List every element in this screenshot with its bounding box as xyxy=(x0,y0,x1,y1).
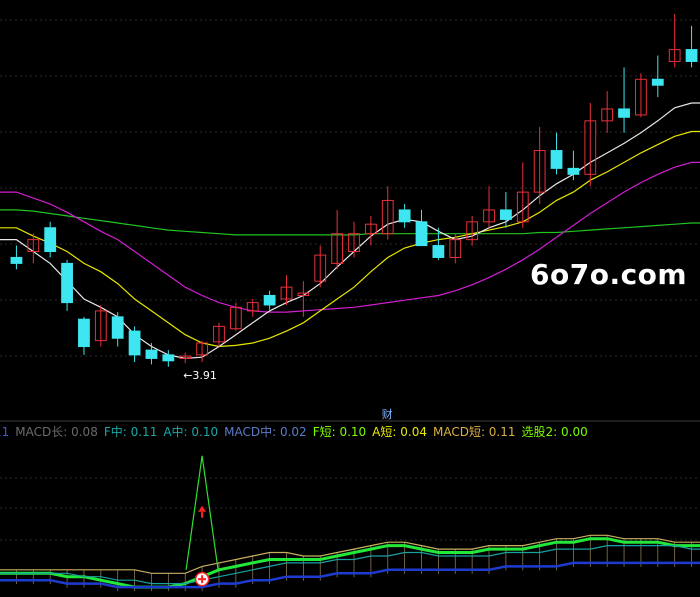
indicator-label: F短: 0.10 xyxy=(312,425,367,439)
candle-body xyxy=(500,209,512,220)
candle-body xyxy=(651,78,664,86)
candle-body xyxy=(618,108,630,118)
candle-body xyxy=(162,354,175,362)
ma-green-line xyxy=(0,209,700,236)
moving-average-lines xyxy=(0,102,700,360)
indicator-prefix: 11 xyxy=(0,425,10,439)
candle-body xyxy=(44,227,57,253)
annotations: ←3.91 财 xyxy=(183,369,393,421)
ma-white-line xyxy=(0,102,700,360)
indicator-label: A短: 0.04 xyxy=(372,425,427,439)
candle-body xyxy=(145,349,158,359)
candle-body xyxy=(78,318,90,348)
low-price-label: ←3.91 xyxy=(183,369,217,382)
candle-body xyxy=(111,316,124,339)
candle-body xyxy=(263,294,276,306)
ma-yellow-line xyxy=(0,130,700,348)
indicator-legend: 11 MACD长: 0.08 F中: 0.11 A中: 0.10 MACD中: 0.02… xyxy=(0,424,700,440)
indicator-label: MACD长: 0.08 xyxy=(15,425,98,439)
osc-line xyxy=(0,561,700,589)
candles xyxy=(10,13,698,367)
candlestick-chart: ←3.91 财 xyxy=(0,13,700,592)
osc-line xyxy=(0,544,700,585)
candle-body xyxy=(61,262,73,304)
indicator-label: 选股2: 0.00 xyxy=(521,425,588,439)
indicator-label: MACD中: 0.02 xyxy=(224,425,307,439)
candle-body xyxy=(685,49,698,62)
up-arrow-icon xyxy=(198,505,207,512)
candle-body xyxy=(567,167,580,175)
candle-body xyxy=(398,209,411,223)
finance-marker: 财 xyxy=(382,407,393,421)
indicator-label: A中: 0.10 xyxy=(163,425,219,439)
candle-body xyxy=(550,150,563,169)
candle-body xyxy=(415,221,428,247)
watermark-text: 6o7o.com xyxy=(530,258,688,291)
grid-lines xyxy=(0,19,700,357)
candle-body xyxy=(10,256,23,264)
candle-body xyxy=(128,330,141,356)
candle-body xyxy=(432,245,445,258)
indicator-label: MACD短: 0.11 xyxy=(432,425,516,439)
indicator-label: F中: 0.11 xyxy=(103,425,158,439)
indicator-panel xyxy=(0,455,700,592)
